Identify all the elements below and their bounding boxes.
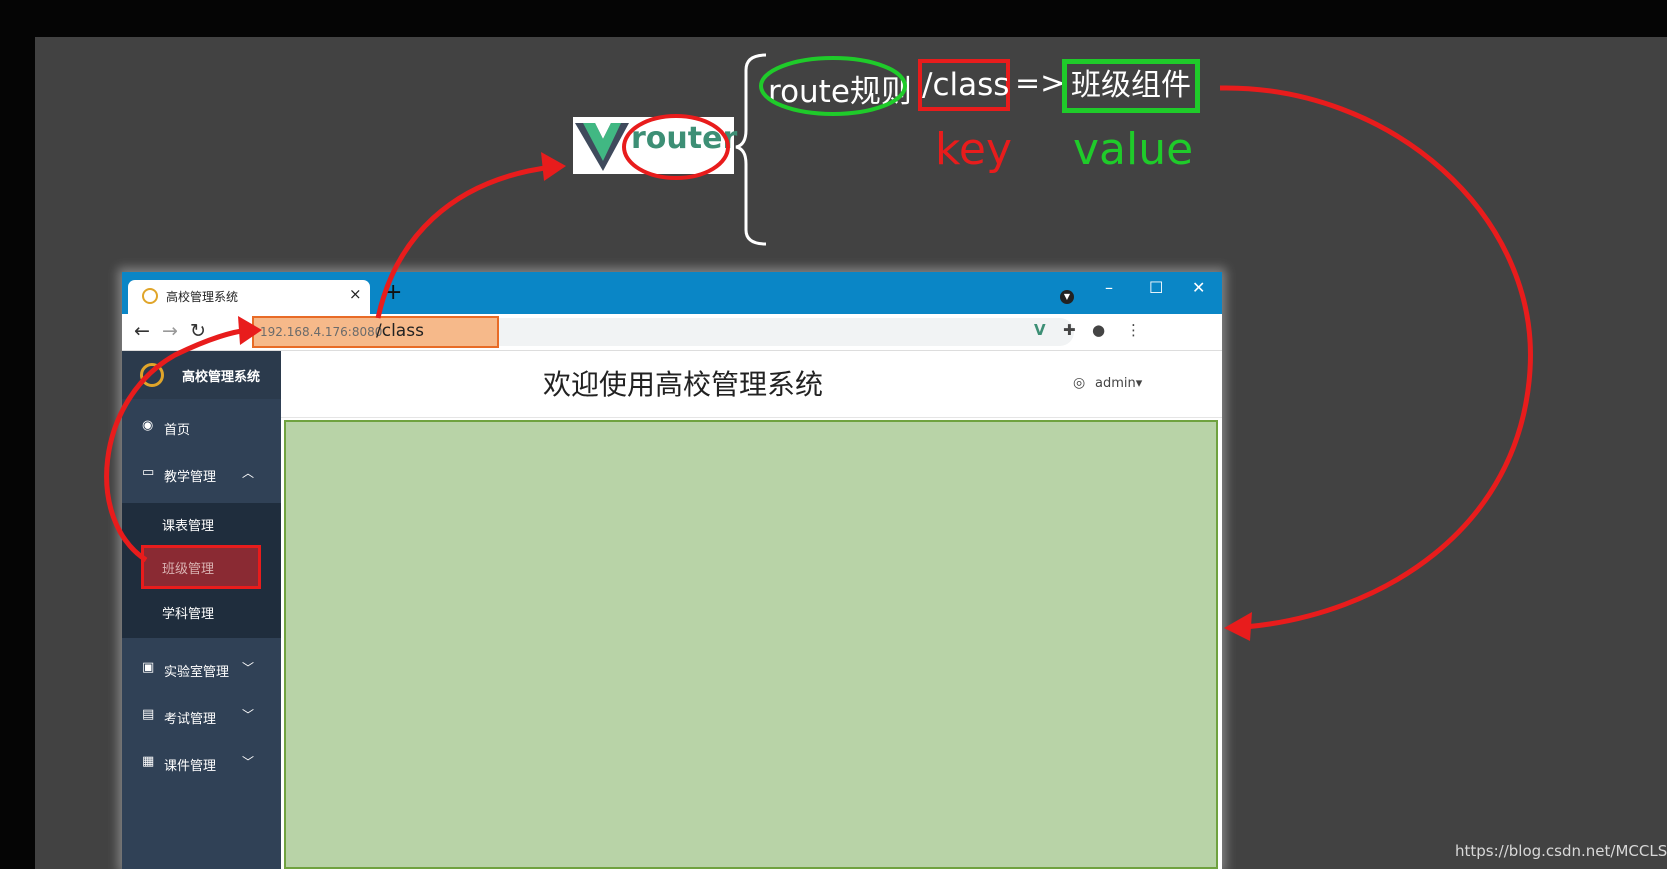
word-file-icon: ▦ (142, 754, 155, 769)
vue-devtools-icon[interactable]: V (1034, 321, 1046, 339)
chevron-up-icon: ︿ (242, 466, 255, 480)
menu-item-label: 首页 (164, 423, 191, 438)
submenu-item-class[interactable]: 班级管理 (122, 545, 281, 589)
key-path-box: /class (918, 59, 1010, 111)
tab-title: 高校管理系统 (166, 290, 239, 304)
submenu-item-label: 学科管理 (162, 607, 215, 622)
route-rule-label: route规则 (768, 74, 912, 110)
submenu-item-label: 班级管理 (162, 562, 215, 577)
menu-item-label: 考试管理 (164, 712, 217, 727)
watermark: https://blog.csdn.net/MCCLS (1455, 842, 1667, 860)
page-title: 欢迎使用高校管理系统 (543, 368, 824, 401)
user-name-label: admin (1095, 376, 1136, 391)
more-menu-icon[interactable]: ⋮ (1126, 321, 1141, 339)
main-header: 欢迎使用高校管理系统 ◎ admin▾ (281, 351, 1222, 418)
browser-tab[interactable]: 高校管理系统 × (128, 280, 370, 314)
mapping-arrow-text: => (1015, 66, 1066, 101)
value-component-box: 班级组件 (1062, 59, 1200, 113)
reload-icon[interactable]: ↻ (190, 320, 206, 342)
extensions-puzzle-icon[interactable]: ✚ (1063, 321, 1076, 339)
sidebar: 高校管理系统 ◉ 首页 ▭ 教学管理 ︿ 课表管理 班级管理 学科管理 ▣ 实验… (122, 351, 281, 869)
chevron-down-icon: ﹀ (242, 661, 255, 675)
minimize-button[interactable]: – (1105, 278, 1113, 297)
router-view-area (284, 420, 1218, 869)
menu-item-exam[interactable]: ▤ 考试管理 ﹀ (122, 695, 281, 741)
monitor-icon: ▭ (142, 465, 155, 480)
menu-item-label: 实验室管理 (164, 665, 230, 680)
url-host: 192.168.4.176:8080 (260, 325, 383, 339)
vue-v-icon (575, 123, 629, 171)
menu-item-label: 教学管理 (164, 470, 217, 485)
sidebar-title: 高校管理系统 (182, 370, 261, 385)
dashboard-icon: ◉ (142, 418, 154, 433)
key-word-label: key (935, 124, 1013, 175)
maximize-button[interactable]: ☐ (1149, 278, 1163, 297)
user-icon: ◎ (1073, 375, 1086, 391)
profile-menu-icon[interactable]: ▼ (1060, 290, 1074, 304)
forward-icon[interactable]: → (162, 320, 178, 342)
active-item-highlight: 班级管理 (141, 545, 261, 589)
tab-close-icon[interactable]: × (349, 285, 362, 303)
menu-item-lab[interactable]: ▣ 实验室管理 ﹀ (122, 648, 281, 694)
submenu-item-schedule[interactable]: 课表管理 (122, 503, 281, 545)
clipboard-icon: ▤ (142, 707, 155, 722)
url-path: /class (376, 321, 424, 341)
submenu-item-subject[interactable]: 学科管理 (122, 591, 281, 633)
account-icon[interactable]: ● (1092, 321, 1105, 339)
browser-toolbar: ← → ↻ 192.168.4.176:8080 /class V ✚ ● ⋮ (122, 314, 1222, 351)
menu-item-courseware[interactable]: ▦ 课件管理 ﹀ (122, 742, 281, 788)
document-icon: ▣ (142, 660, 155, 675)
vue-router-logo: router (573, 117, 738, 174)
back-icon[interactable]: ← (134, 320, 150, 342)
user-menu[interactable]: admin▾ (1095, 376, 1142, 391)
menu-item-label: 课件管理 (164, 759, 217, 774)
new-tab-button[interactable]: + (384, 282, 402, 304)
browser-titlebar: 高校管理系统 × + ▼ – ☐ ✕ (122, 272, 1222, 314)
chevron-down-icon: ﹀ (242, 708, 255, 722)
router-logo-text: router (631, 121, 738, 156)
menu-item-teaching[interactable]: ▭ 教学管理 ︿ (122, 453, 281, 499)
submenu-teaching: 课表管理 班级管理 学科管理 (122, 503, 281, 638)
close-window-button[interactable]: ✕ (1192, 278, 1205, 297)
submenu-item-label: 课表管理 (162, 519, 215, 534)
app-logo-icon (140, 363, 164, 387)
value-word-label: value (1073, 124, 1194, 175)
app-favicon-icon (142, 288, 158, 304)
url-highlight-box[interactable]: 192.168.4.176:8080 /class (252, 316, 499, 348)
browser-window: 高校管理系统 × + ▼ – ☐ ✕ ← → ↻ 192.168.4.176:8… (122, 272, 1222, 869)
menu-item-home[interactable]: ◉ 首页 (122, 406, 281, 452)
chevron-down-icon: ﹀ (242, 755, 255, 769)
sidebar-header: 高校管理系统 (122, 351, 281, 399)
